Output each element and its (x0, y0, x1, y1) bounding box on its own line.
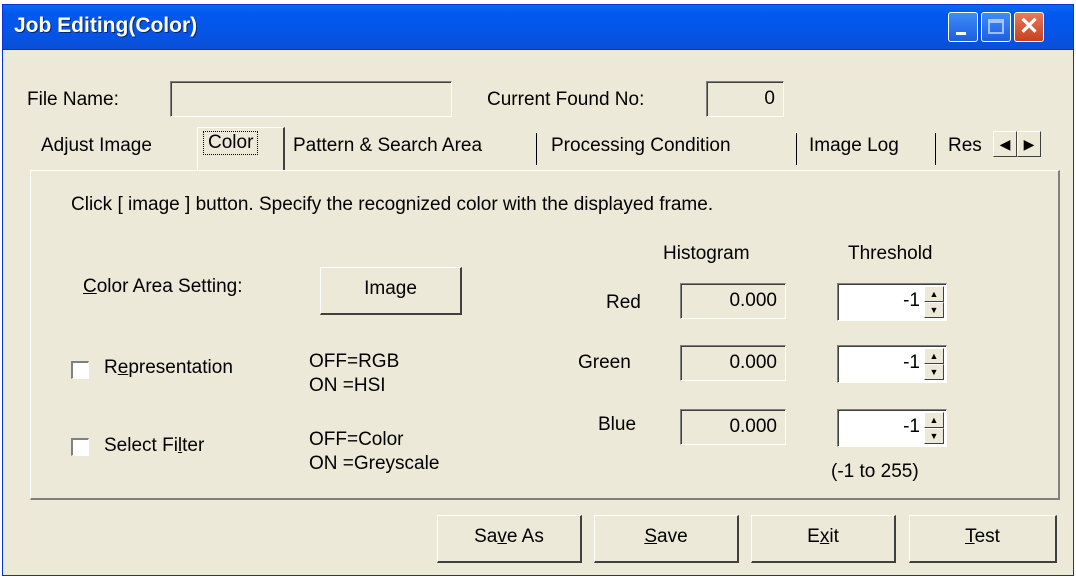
spin-up-icon[interactable]: ▲ (924, 286, 944, 302)
channel-label-blue: Blue (598, 414, 637, 435)
image-button[interactable]: Image (320, 267, 462, 315)
maximize-button[interactable] (981, 12, 1011, 42)
tab-label: Res (948, 135, 982, 156)
red-histogram-field: 0.000 (680, 283, 786, 319)
tab-divider (536, 133, 537, 165)
tab-res[interactable]: Res (940, 129, 992, 167)
select-filter-note-on: ON =Greyscale (309, 453, 440, 474)
tab-pattern-search-area[interactable]: Pattern & Search Area (285, 129, 490, 167)
tab-divider (935, 133, 936, 165)
green-histogram-value: 0.000 (729, 352, 777, 373)
exit-button[interactable]: Exit (751, 515, 896, 563)
representation-checkbox[interactable] (71, 361, 89, 379)
close-icon: ✕ (1018, 13, 1040, 40)
triangle-left-icon: ◀ (999, 136, 1011, 152)
representation-note-off: OFF=RGB (309, 351, 400, 372)
minimize-icon (956, 32, 966, 35)
tab-image-log[interactable]: Image Log (801, 129, 907, 167)
threshold-header: Threshold (848, 243, 933, 264)
green-histogram-field: 0.000 (680, 345, 786, 381)
file-name-label: File Name: (27, 89, 119, 110)
select-filter-note-off: OFF=Color (309, 429, 404, 450)
histogram-header: Histogram (663, 243, 750, 264)
spin-down-icon[interactable]: ▼ (924, 364, 944, 380)
file-name-field[interactable] (170, 81, 452, 117)
test-label: Test (965, 526, 1000, 547)
instruction-text: Click [ image ] button. Specify the reco… (71, 194, 714, 215)
tab-label: Image Log (809, 135, 899, 156)
maximize-icon (988, 19, 1004, 34)
job-editing-window: Job Editing(Color) ✕ File Name: Current … (2, 4, 1074, 576)
tab-divider (796, 133, 797, 165)
image-button-label: Image (364, 278, 417, 299)
red-histogram-value: 0.000 (729, 290, 777, 311)
blue-histogram-field: 0.000 (680, 409, 786, 445)
tab-scroll-left-button[interactable]: ◀ (993, 131, 1017, 157)
tab-color[interactable]: Color (197, 127, 285, 171)
spin-up-icon[interactable]: ▲ (924, 348, 944, 364)
green-threshold-spinner[interactable]: -1 ▲ ▼ (837, 345, 947, 383)
spin-buttons[interactable]: ▲ ▼ (924, 286, 944, 318)
close-button[interactable]: ✕ (1014, 12, 1044, 42)
representation-note-on: ON =HSI (309, 375, 386, 396)
current-found-value: 0 (764, 88, 775, 109)
window-title: Job Editing(Color) (14, 14, 198, 37)
save-button[interactable]: Save (594, 515, 739, 563)
tab-label: Adjust Image (41, 135, 152, 156)
blue-threshold-spinner[interactable]: -1 ▲ ▼ (837, 409, 947, 447)
spin-buttons[interactable]: ▲ ▼ (924, 412, 944, 444)
spin-down-icon[interactable]: ▼ (924, 302, 944, 318)
title-bar[interactable]: Job Editing(Color) ✕ (3, 5, 1073, 50)
green-threshold-value: -1 (903, 352, 920, 373)
current-found-label: Current Found No: (487, 89, 645, 110)
tab-adjust-image[interactable]: Adjust Image (33, 129, 160, 167)
spin-down-icon[interactable]: ▼ (924, 428, 944, 444)
red-threshold-value: -1 (903, 290, 920, 311)
minimize-button[interactable] (948, 12, 978, 42)
red-threshold-spinner[interactable]: -1 ▲ ▼ (837, 283, 947, 321)
color-area-setting-label: Color Area Setting: (83, 276, 243, 297)
test-button[interactable]: Test (909, 515, 1057, 563)
channel-label-green: Green (578, 352, 631, 373)
representation-label[interactable]: Representation (104, 357, 233, 379)
blue-threshold-value: -1 (903, 416, 920, 437)
tab-label: Processing Condition (551, 135, 731, 156)
spin-up-icon[interactable]: ▲ (924, 412, 944, 428)
triangle-right-icon: ▶ (1023, 136, 1035, 152)
tab-label: Color (202, 131, 259, 155)
blue-histogram-value: 0.000 (729, 416, 777, 437)
tab-scroll-right-button[interactable]: ▶ (1017, 131, 1041, 157)
save-label: Save (644, 526, 688, 547)
save-as-label: Save As (474, 526, 544, 547)
save-as-button[interactable]: Save As (437, 515, 582, 563)
threshold-range-note: (-1 to 255) (831, 461, 919, 482)
exit-label: Exit (807, 526, 839, 547)
channel-label-red: Red (606, 292, 641, 313)
select-filter-label[interactable]: Select Filter (104, 435, 204, 457)
tab-processing-condition[interactable]: Processing Condition (543, 129, 739, 167)
current-found-field: 0 (706, 81, 784, 117)
tab-label: Pattern & Search Area (293, 135, 483, 156)
spin-buttons[interactable]: ▲ ▼ (924, 348, 944, 380)
select-filter-checkbox[interactable] (71, 438, 89, 456)
